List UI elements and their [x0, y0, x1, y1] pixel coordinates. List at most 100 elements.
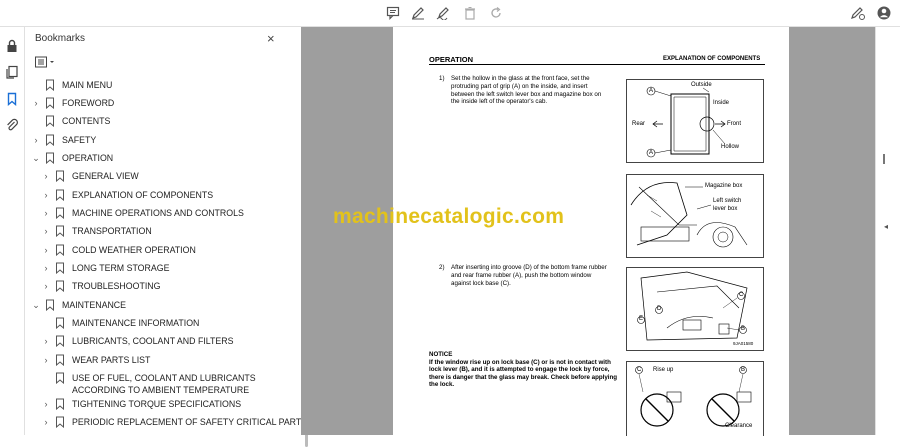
bookmark-item[interactable]: › EXPLANATION OF COMPONENTS [41, 189, 213, 207]
figure-label-d: D [657, 306, 662, 312]
chevron-right-icon[interactable]: › [41, 189, 51, 201]
figure-code: 9JA01580 [733, 341, 754, 346]
chevron-right-icon[interactable]: › [41, 280, 51, 292]
bookmark-item[interactable]: MAINTENANCE INFORMATION [41, 317, 199, 335]
bookmark-icon [56, 280, 64, 292]
bookmark-item[interactable]: USE OF FUEL, COOLANT AND LUBRICANTS ACCOR… [41, 372, 256, 395]
figure-lock-check: C B Rise up Clearance [626, 361, 764, 436]
right-panel-rail: ◂ [875, 27, 900, 435]
bookmark-item[interactable]: › LONG TERM STORAGE [41, 262, 169, 280]
bookmark-label: LONG TERM STORAGE [72, 262, 169, 274]
share-key-icon[interactable] [849, 4, 867, 22]
lock-icon[interactable] [3, 37, 21, 55]
chevron-right-icon[interactable]: › [31, 134, 41, 146]
figure-bottom-window: C B E D 9JA01580 [626, 267, 764, 351]
chevron-right-icon[interactable]: › [41, 170, 51, 182]
bookmark-icon [56, 335, 64, 347]
figure-label-a-top: A [649, 88, 654, 94]
bookmark-item[interactable]: › WEAR PARTS LIST [41, 354, 150, 372]
bookmark-label-line: TRANSPORTATION [72, 226, 152, 236]
figure-label-rise-up: Rise up [653, 367, 674, 373]
figure-label-clearance: Clearance [725, 423, 753, 429]
bookmark-icon [56, 207, 64, 219]
bookmark-item[interactable]: › TRANSPORTATION [41, 225, 152, 243]
collapse-right-icon[interactable]: ◂ [884, 222, 888, 231]
chevron-right-icon[interactable]: › [41, 244, 51, 256]
bookmark-item[interactable]: ⌄ MAINTENANCE [31, 299, 126, 317]
figure-label-a-bottom: A [649, 150, 654, 156]
figure-cab-installation: Magazine box Left switch lever box [626, 174, 764, 258]
figure-label-front: Front [727, 121, 742, 127]
attachment-icon[interactable] [3, 116, 21, 134]
bookmark-label: GENERAL VIEW [72, 170, 139, 182]
figure-label-magazine-box: Magazine box [705, 183, 743, 189]
bookmark-icon [46, 79, 54, 91]
bookmark-item[interactable]: MAIN MENU [31, 79, 112, 97]
figure-label-rear: Rear [632, 121, 646, 127]
rotate-icon[interactable] [487, 4, 505, 22]
comment-icon[interactable] [384, 4, 402, 22]
bookmark-icon [46, 97, 54, 109]
bookmark-label-line: LONG TERM STORAGE [72, 263, 170, 273]
bookmark-label-line: COLD WEATHER OPERATION [72, 245, 196, 255]
bookmark-label: PERIODIC REPLACEMENT OF SAFETY CRITICAL … [72, 416, 307, 428]
bookmark-options-button[interactable] [35, 55, 59, 69]
pages-icon[interactable] [3, 63, 21, 81]
bookmark-icon[interactable] [3, 90, 21, 108]
bookmark-label-line: TIGHTENING TORQUE SPECIFICATIONS [72, 399, 242, 409]
bookmark-icon [56, 262, 64, 274]
bookmark-item[interactable]: › LUBRICANTS, COOLANT AND FILTERS [41, 335, 233, 353]
figure-label-b: B [741, 326, 746, 332]
bookmark-item[interactable]: › PERIODIC REPLACEMENT OF SAFETY CRITICAL… [41, 416, 307, 434]
bookmark-label-line: GENERAL VIEW [72, 171, 139, 181]
chevron-right-icon[interactable]: › [41, 416, 51, 428]
chevron-right-icon[interactable]: › [41, 354, 51, 366]
bookmark-item[interactable]: › COLD WEATHER OPERATION [41, 244, 196, 262]
bookmark-label: MAINTENANCE [62, 299, 126, 311]
chevron-right-icon[interactable]: › [41, 335, 51, 347]
bookmark-item[interactable]: › SAFETY [31, 134, 96, 152]
page-chapter-title: EXPLANATION OF COMPONENTS [663, 56, 761, 62]
bookmark-item[interactable]: › MACHINE OPERATIONS AND CONTROLS [41, 207, 244, 225]
figure-label-c-lock: C [637, 367, 642, 373]
step-2-number: 2) [439, 264, 445, 271]
page-section-title: OPERATION [429, 55, 474, 64]
figure-label-b-lock: B [741, 367, 746, 373]
step-2-text: After inserting into groove (D) of the b… [451, 264, 607, 287]
chevron-down-icon[interactable]: ⌄ [31, 299, 41, 311]
chevron-right-icon[interactable]: › [41, 262, 51, 274]
notice-text: If the window rise up on lock base (C) o… [429, 358, 618, 389]
bookmark-label-line: WEAR PARTS LIST [72, 355, 151, 365]
bookmark-icon [56, 244, 64, 256]
bookmark-label: OPERATION [62, 152, 113, 164]
bookmark-label: TRANSPORTATION [72, 225, 152, 237]
trash-icon[interactable] [461, 4, 479, 22]
bookmark-label-line: TROUBLESHOOTING [72, 281, 161, 291]
pen-icon[interactable] [409, 4, 427, 22]
bookmark-label-line: SAFETY [62, 135, 97, 145]
chevron-down-icon[interactable]: ⌄ [31, 152, 41, 164]
bookmark-label-line: MACHINE OPERATIONS AND CONTROLS [72, 208, 244, 218]
sign-icon[interactable] [434, 4, 452, 22]
step-1-number: 1) [439, 75, 445, 82]
chevron-right-icon[interactable]: › [41, 207, 51, 219]
figure-label-e: E [639, 316, 644, 322]
bookmark-label-line: EXPLANATION OF COMPONENTS [72, 190, 214, 200]
bookmark-label-line: USE OF FUEL, COOLANT AND LUBRICANTS [72, 373, 256, 383]
right-scrollbar[interactable] [883, 154, 885, 164]
bookmark-item[interactable]: CONTENTS [31, 115, 110, 133]
bookmark-item[interactable]: › TROUBLESHOOTING [41, 280, 160, 298]
bookmark-item[interactable]: › TIGHTENING TORQUE SPECIFICATIONS [41, 398, 241, 416]
left-rail [0, 27, 25, 435]
close-icon[interactable]: × [267, 31, 275, 46]
account-icon[interactable] [875, 4, 893, 22]
bookmark-label-line: LUBRICANTS, COOLANT AND FILTERS [72, 336, 234, 346]
bookmark-label-line: PERIODIC REPLACEMENT OF SAFETY CRITICAL … [72, 417, 308, 427]
figure-label-hollow: Hollow [721, 144, 740, 150]
chevron-right-icon[interactable]: › [31, 97, 41, 109]
bookmark-item[interactable]: › FOREWORD [31, 97, 114, 115]
bookmark-item[interactable]: › GENERAL VIEW [41, 170, 139, 188]
bookmark-item[interactable]: ⌄ OPERATION [31, 152, 113, 170]
chevron-right-icon[interactable]: › [41, 398, 51, 410]
chevron-right-icon[interactable]: › [41, 225, 51, 237]
